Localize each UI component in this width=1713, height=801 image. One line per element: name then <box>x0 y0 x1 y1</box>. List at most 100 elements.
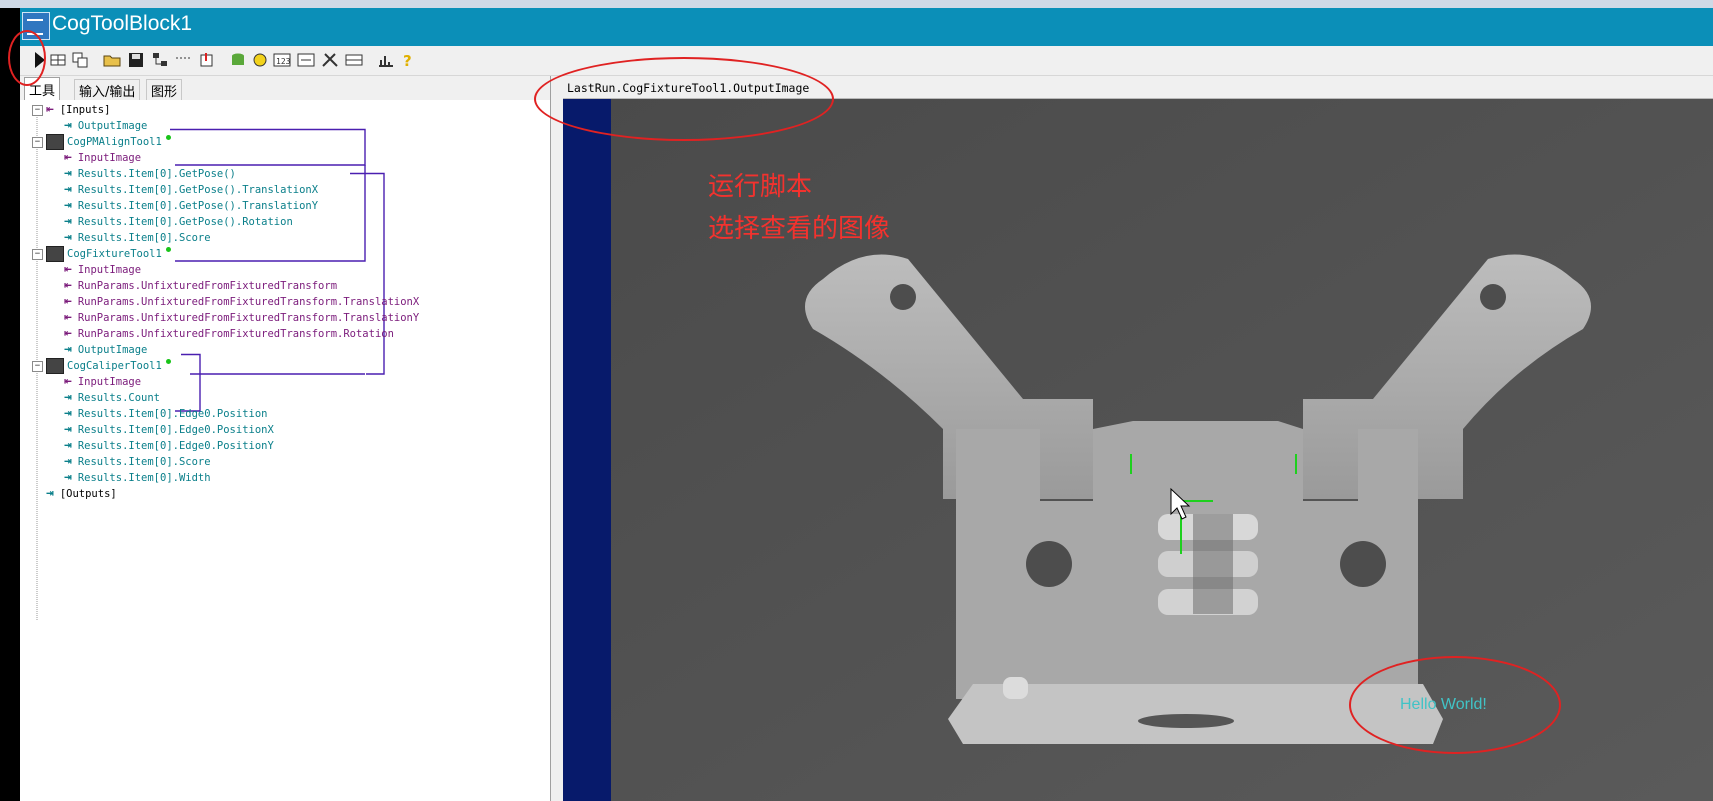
database-icon <box>232 53 244 65</box>
tree-node-outputimage[interactable]: ⇥ OutputImage <box>64 117 147 134</box>
tab-graphics[interactable]: 图形 <box>146 79 183 100</box>
output-arrow-icon: ⇥ <box>46 486 54 501</box>
tab-input-output[interactable]: 输入/输出 <box>74 79 141 100</box>
svg-text:123: 123 <box>276 57 291 66</box>
tree-node-transform[interactable]: ⇤ RunParams.UnfixturedFromFixturedTransfo… <box>64 277 337 294</box>
tree-node-label: InputImage <box>77 375 142 388</box>
collapse-caliper[interactable]: − <box>32 361 43 372</box>
tree-node-label: InputImage <box>77 263 142 276</box>
tree-node-label: OutputImage <box>77 343 148 356</box>
edit-button[interactable] <box>296 50 316 70</box>
caliper-tool-icon <box>46 357 64 374</box>
save-button[interactable] <box>126 50 146 70</box>
tree-button[interactable] <box>150 50 170 70</box>
tree-node-label: [Inputs] <box>59 103 111 116</box>
input-arrow-icon: ⇤ <box>64 310 72 325</box>
tree-node-pmalign-tool[interactable]: CogPMAlignTool1 <box>46 133 171 150</box>
tree-node-label: Results.Item[0].Edge0.PositionX <box>77 423 274 436</box>
open-folder-icon <box>103 55 121 67</box>
grid-button[interactable] <box>48 50 68 70</box>
highlight-hello-text <box>1349 656 1561 754</box>
grid-icon <box>50 54 66 66</box>
tree-node-score[interactable]: ⇥ Results.Item[0].Score <box>64 229 211 246</box>
tree-node-edge-positiony[interactable]: ⇥ Results.Item[0].Edge0.PositionY <box>64 437 274 454</box>
tree-node-label: CogPMAlignTool1 <box>67 135 162 148</box>
database-button[interactable] <box>228 50 248 70</box>
tab-label: 输入/输出 <box>79 84 136 100</box>
tree-node-transform-rotation[interactable]: ⇤ RunParams.UnfixturedFromFixturedTransfo… <box>64 325 394 342</box>
output-arrow-icon: ⇥ <box>64 438 72 453</box>
dash-button[interactable] <box>174 50 194 70</box>
tree-node-rotation[interactable]: ⇥ Results.Item[0].GetPose().Rotation <box>64 213 293 230</box>
tree-node-inputimage[interactable]: ⇤ InputImage <box>64 149 141 166</box>
toolbar: 123 ? <box>20 46 1713 76</box>
tree-node-edge-position[interactable]: ⇥ Results.Item[0].Edge0.Position <box>64 405 267 422</box>
tree-node-outputimage[interactable]: ⇥ OutputImage <box>64 341 147 358</box>
output-arrow-icon: ⇥ <box>64 198 72 213</box>
tree-node-inputimage[interactable]: ⇤ InputImage <box>64 373 141 390</box>
screen-left-border <box>0 8 20 801</box>
refresh-icon <box>253 53 267 67</box>
import-button[interactable] <box>196 50 216 70</box>
help-icon: ? <box>403 52 412 68</box>
tab-label: 图形 <box>151 84 178 100</box>
counter-icon: 123 <box>273 53 291 67</box>
status-dot-icon <box>165 359 171 364</box>
tree-node-label: RunParams.UnfixturedFromFixturedTransfor… <box>77 311 420 324</box>
tree-node-transform-x[interactable]: ⇤ RunParams.UnfixturedFromFixturedTransfo… <box>64 293 419 310</box>
tree-node-label: Results.Item[0].Edge0.Position <box>77 407 268 420</box>
collapse-fixture[interactable]: − <box>32 249 43 260</box>
collapse-inputs[interactable]: − <box>32 105 43 116</box>
tree-node-results-count[interactable]: ⇥ Results.Count <box>64 389 160 406</box>
chart-button[interactable] <box>376 50 396 70</box>
help-button[interactable]: ? <box>398 50 418 70</box>
copy-button[interactable] <box>70 50 90 70</box>
tree-node-translationy[interactable]: ⇥ Results.Item[0].GetPose().TranslationY <box>64 197 318 214</box>
output-arrow-icon: ⇥ <box>64 406 72 421</box>
output-arrow-icon: ⇥ <box>64 470 72 485</box>
tree-node-getpose[interactable]: ⇥ Results.Item[0].GetPose() <box>64 165 236 182</box>
output-arrow-icon: ⇥ <box>64 342 72 357</box>
counter-button[interactable]: 123 <box>272 50 292 70</box>
tools-icon <box>322 53 338 67</box>
table-button[interactable] <box>344 50 364 70</box>
output-arrow-icon: ⇥ <box>64 422 72 437</box>
tree-node-label: InputImage <box>77 151 142 164</box>
svg-text:?: ? <box>403 52 412 68</box>
tree-node-label: CogFixtureTool1 <box>67 247 162 260</box>
output-arrow-icon: ⇥ <box>64 118 72 133</box>
open-button[interactable] <box>102 50 122 70</box>
input-arrow-icon: ⇤ <box>64 150 72 165</box>
tree-node-score[interactable]: ⇥ Results.Item[0].Score <box>64 453 211 470</box>
table-icon <box>345 54 363 66</box>
copy-icon <box>72 52 88 68</box>
highlight-image-selector <box>534 57 834 141</box>
highlight-run-button <box>8 30 46 86</box>
tree-node-label: OutputImage <box>77 119 148 132</box>
output-arrow-icon: ⇥ <box>64 214 72 229</box>
output-arrow-icon: ⇥ <box>64 454 72 469</box>
tree-node-label: RunParams.UnfixturedFromFixturedTransfor… <box>77 327 394 340</box>
tree-node-inputimage[interactable]: ⇤ InputImage <box>64 261 141 278</box>
annotation-select-image: 选择查看的图像 <box>708 214 891 244</box>
collapse-pmalign[interactable]: − <box>32 137 43 148</box>
tree-node-caliper-tool[interactable]: CogCaliperTool1 <box>46 357 171 374</box>
tree-node-fixture-tool[interactable]: CogFixtureTool1 <box>46 245 171 262</box>
refresh-button[interactable] <box>250 50 270 70</box>
tree-node-width[interactable]: ⇥ Results.Item[0].Width <box>64 469 211 486</box>
tree-node-inputs[interactable]: ⇤ [Inputs] <box>46 101 110 118</box>
tree-node-translationx[interactable]: ⇥ Results.Item[0].GetPose().TranslationX <box>64 181 318 198</box>
tree-node-label: Results.Item[0].GetPose() <box>77 167 236 180</box>
fixture-tool-icon <box>46 245 64 262</box>
import-icon <box>200 53 213 67</box>
tools-button[interactable] <box>320 50 340 70</box>
edit-icon <box>297 53 315 67</box>
tree-node-label: Results.Item[0].Score <box>77 455 211 468</box>
tree-icon <box>153 53 167 66</box>
output-arrow-icon: ⇥ <box>64 230 72 245</box>
tree-node-transform-y[interactable]: ⇤ RunParams.UnfixturedFromFixturedTransfo… <box>64 309 419 326</box>
tree-node-edge-positionx[interactable]: ⇥ Results.Item[0].Edge0.PositionX <box>64 421 274 438</box>
tree-node-outputs[interactable]: ⇥ [Outputs] <box>46 485 117 502</box>
tree-node-label: RunParams.UnfixturedFromFixturedTransfor… <box>77 295 420 308</box>
tree-node-label: Results.Item[0].GetPose().TranslationX <box>77 183 319 196</box>
